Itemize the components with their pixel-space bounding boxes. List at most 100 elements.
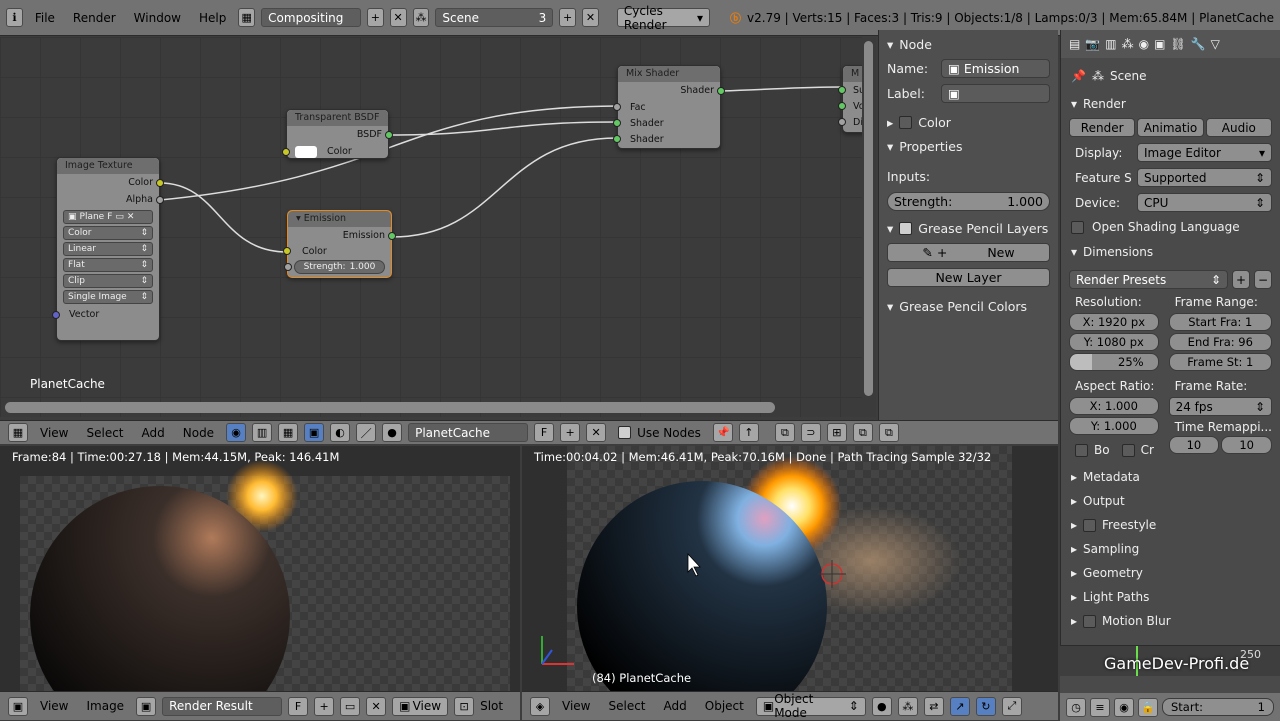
color-checkbox[interactable] xyxy=(899,115,913,129)
motion-blur-checkbox[interactable] xyxy=(1083,614,1097,628)
folder-icon[interactable]: ▭ xyxy=(115,212,124,222)
output-socket[interactable] xyxy=(388,231,396,240)
input-socket[interactable] xyxy=(838,86,846,94)
node-mix-shader[interactable]: Mix Shader Shader Fac Shader Shader xyxy=(613,65,725,149)
source-dropdown[interactable]: Single Image ⇕ xyxy=(63,290,153,304)
add-scene-icon[interactable]: + xyxy=(559,8,577,27)
input-socket[interactable] xyxy=(284,263,292,271)
texture-nodes-icon[interactable]: ▦ xyxy=(278,423,299,442)
resolution-percent-slider[interactable]: 25% xyxy=(1069,353,1159,371)
view-mode-dropdown[interactable]: ▣ View xyxy=(392,696,449,716)
device-dropdown[interactable]: CPU ⇕ xyxy=(1137,193,1272,212)
feature-set-dropdown[interactable]: Supported ⇕ xyxy=(1137,168,1272,187)
modifier-tab-icon[interactable]: 🔧 xyxy=(1191,37,1206,51)
world-tab-icon[interactable]: ◉ xyxy=(1139,37,1149,51)
render-presets-dropdown[interactable]: Render Presets ⇕ xyxy=(1069,270,1228,289)
add-layout-icon[interactable]: + xyxy=(366,8,384,27)
start-frame-field[interactable]: Start: 1 xyxy=(1162,698,1274,716)
fake-user-flag[interactable]: F xyxy=(107,212,112,222)
collapse-icon[interactable]: ▾ xyxy=(296,213,304,224)
input-socket[interactable] xyxy=(613,135,621,143)
remove-preset-icon[interactable]: − xyxy=(1254,270,1272,289)
audio-button[interactable]: Audio xyxy=(1205,118,1272,137)
editor-type-icon[interactable]: ▦ xyxy=(8,423,28,442)
menu-add[interactable]: Add xyxy=(658,699,693,713)
output-socket[interactable] xyxy=(717,86,725,95)
menu-view[interactable]: View xyxy=(34,426,74,440)
info-icon[interactable]: ℹ xyxy=(6,8,23,27)
slot-label[interactable]: Slot xyxy=(480,699,503,713)
open-image-icon[interactable]: ▭ xyxy=(340,696,361,716)
end-frame-field[interactable]: End Fra: 96 xyxy=(1168,333,1272,351)
linestyle-icon[interactable]: ／ xyxy=(356,423,377,442)
image-selector[interactable]: ▣ Plane F ▭ ✕ xyxy=(63,210,153,224)
menu-node[interactable]: Node xyxy=(177,426,220,440)
output-socket[interactable] xyxy=(156,195,164,204)
editor-type-icon[interactable]: ◷ xyxy=(1066,697,1086,717)
node-image-texture[interactable]: Image Texture Color Alpha ▣ Plane F ▭ ✕ Colo… xyxy=(52,157,164,341)
interpolation-dropdown[interactable]: Linear ⇕ xyxy=(63,242,153,256)
menu-render[interactable]: Render xyxy=(67,11,122,25)
strength-field[interactable]: Strength: 1.000 xyxy=(284,260,385,274)
editor-type-icon[interactable]: ▣ xyxy=(8,696,28,716)
panel-header-properties[interactable]: ▾ Properties xyxy=(879,134,1058,158)
parent-icon[interactable]: ↑ xyxy=(738,423,759,442)
display-dropdown[interactable]: Image Editor ▾ xyxy=(1137,143,1272,162)
input-socket[interactable] xyxy=(52,310,60,319)
panel-header-geometry[interactable]: ▸ Geometry xyxy=(1061,561,1280,585)
mode-dropdown[interactable]: ▣ Object Mode ⇕ xyxy=(755,692,866,720)
translate-icon[interactable]: ↗ xyxy=(949,696,970,716)
color-space-dropdown[interactable]: Color ⇕ xyxy=(63,226,153,240)
node-name-field[interactable]: ▣ Emission xyxy=(941,59,1050,78)
material-field[interactable]: PlanetCache xyxy=(408,423,529,442)
color-swatch[interactable] xyxy=(295,145,317,158)
manipulator-icon[interactable]: ⇄ xyxy=(923,696,944,716)
menu-add[interactable]: Add xyxy=(136,426,171,440)
osl-checkbox[interactable] xyxy=(1071,220,1084,234)
image-editor[interactable]: Frame:84 | Time:00:27.18 | Mem:44.15M, P… xyxy=(0,446,520,691)
input-socket[interactable] xyxy=(613,103,621,111)
timeline[interactable]: 250 GameDev-Profi.de ◷ ≡ ◉ 🔒 Start: 1 xyxy=(1060,645,1280,721)
panel-header-sampling[interactable]: ▸ Sampling xyxy=(1061,537,1280,561)
render-button[interactable]: Render xyxy=(1069,118,1136,137)
vertical-scrollbar[interactable] xyxy=(862,37,876,417)
strength-field[interactable]: Strength: 1.000 xyxy=(887,192,1050,211)
fake-user-button[interactable]: F xyxy=(534,423,555,442)
new-image-icon[interactable]: + xyxy=(314,696,335,716)
new-gp-button[interactable]: ✎ + New xyxy=(887,243,1050,262)
node-emission[interactable]: ▾ Emission Emission Color Strength: 1.000 xyxy=(283,210,396,278)
layers-tab-icon[interactable]: ▥ xyxy=(1105,37,1116,51)
add-material-icon[interactable]: + xyxy=(560,423,581,442)
panel-header-output[interactable]: ▸ Output xyxy=(1061,489,1280,513)
scene-icon[interactable]: ⁂ xyxy=(412,8,430,27)
snap-icon[interactable]: ⧉ xyxy=(774,423,795,442)
menu-help[interactable]: Help xyxy=(193,11,232,25)
add-preset-icon[interactable]: + xyxy=(1232,270,1250,289)
compositing-nodes-icon[interactable]: ▥ xyxy=(252,423,273,442)
input-socket[interactable] xyxy=(838,102,846,110)
frame-rate-dropdown[interactable]: 24 fps ⇕ xyxy=(1168,397,1272,416)
frame-step-field[interactable]: Frame St: 1 xyxy=(1168,353,1272,371)
output-socket[interactable] xyxy=(156,178,164,187)
menu-window[interactable]: Window xyxy=(128,11,187,25)
screen-layout-field[interactable]: Compositing xyxy=(261,8,361,27)
shader-nodes-icon[interactable]: ◉ xyxy=(226,423,247,442)
node-editor[interactable]: Image Texture Color Alpha ▣ Plane F ▭ ✕ Colo… xyxy=(0,37,862,417)
unlink-material-icon[interactable]: ✕ xyxy=(586,423,607,442)
snap-target-icon[interactable]: ⊞ xyxy=(826,423,847,442)
data-tab-icon[interactable]: ▽ xyxy=(1211,37,1220,51)
scrollbar-thumb[interactable] xyxy=(864,41,873,396)
3d-viewport[interactable]: Time:00:04.02 | Mem:46.41M, Peak:70.16M … xyxy=(522,446,1058,691)
object-tab-icon[interactable]: ▣ xyxy=(1154,37,1165,51)
panel-header-render[interactable]: ▾ Render xyxy=(1061,92,1280,116)
scene-tab-icon[interactable]: ⁂ xyxy=(1122,37,1134,51)
panel-header-node[interactable]: ▾ Node xyxy=(879,32,1058,56)
node-label-field[interactable]: ▣ xyxy=(941,84,1050,103)
node-material-output[interactable]: M Su Vo Di xyxy=(838,65,862,133)
extension-dropdown[interactable]: Clip ⇕ xyxy=(63,274,153,288)
freestyle-checkbox[interactable] xyxy=(1083,518,1097,532)
panel-header-gp-layers[interactable]: ▾ Grease Pencil Layers xyxy=(879,216,1058,240)
resolution-y-field[interactable]: Y: 1080 px xyxy=(1069,333,1159,351)
remove-layout-icon[interactable]: ✕ xyxy=(389,8,407,27)
menu-view[interactable]: View xyxy=(34,699,74,713)
